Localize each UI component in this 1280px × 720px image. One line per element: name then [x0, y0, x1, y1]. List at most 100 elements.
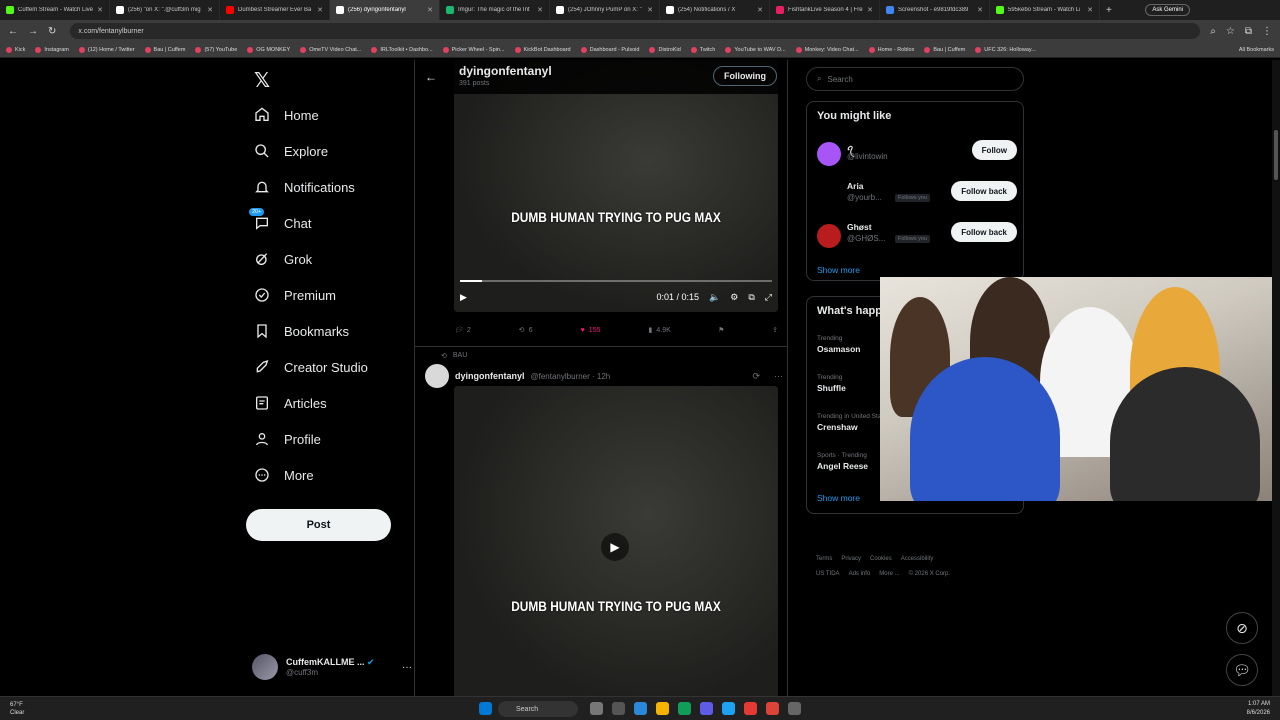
show-more-link[interactable]: Show more: [817, 265, 860, 275]
show-more-link[interactable]: Show more: [817, 493, 860, 503]
trend-item[interactable]: Trending Osamason: [817, 335, 860, 354]
bookmark-item[interactable]: YouTube to WAV D...: [725, 46, 786, 53]
footer-link[interactable]: Terms: [816, 556, 832, 562]
nav-item-premium[interactable]: Premium: [246, 277, 416, 313]
more-options-icon[interactable]: ···: [402, 662, 412, 673]
account-switcher[interactable]: CuffemKALLME ... ✔ @cuff3m ···: [252, 654, 412, 680]
browser-tab[interactable]: Screenshot - e9819fdc389 ✕: [880, 0, 990, 20]
views-button[interactable]: ▮ 4.9K: [649, 326, 671, 335]
follow-button[interactable]: Follow: [971, 140, 1017, 160]
share-button[interactable]: ⇪: [772, 326, 778, 334]
search-input[interactable]: ⌕ Search: [806, 67, 1024, 91]
reload-icon[interactable]: ↻: [48, 26, 56, 37]
messages-icon[interactable]: 💬︎: [1226, 654, 1258, 686]
bookmark-item[interactable]: Kick: [6, 46, 25, 53]
footer-link[interactable]: © 2026 X Corp.: [909, 571, 950, 577]
bookmark-item[interactable]: UFC 326: Holloway...: [975, 46, 1036, 53]
nav-item-creator-studio[interactable]: Creator Studio: [246, 349, 416, 385]
taskbar-search[interactable]: Search: [498, 701, 578, 717]
grok-icon[interactable]: ⟳: [752, 371, 760, 382]
app-icon[interactable]: [744, 702, 757, 715]
footer-link[interactable]: Ads info: [849, 571, 871, 577]
scrollbar[interactable]: [1272, 60, 1280, 696]
pip-icon[interactable]: ⧉: [748, 292, 754, 303]
bookmark-item[interactable]: OmeTV Video Chat...: [300, 46, 361, 53]
nav-item-bookmarks[interactable]: Bookmarks: [246, 313, 416, 349]
close-tab-icon[interactable]: ✕: [427, 6, 433, 14]
close-tab-icon[interactable]: ✕: [317, 6, 323, 14]
avatar[interactable]: [425, 364, 449, 388]
bookmark-item[interactable]: DistroKid: [649, 46, 681, 53]
follow-button[interactable]: Follow back: [951, 181, 1017, 201]
bookmark-item[interactable]: Bau | Cuffem: [924, 46, 965, 53]
clock[interactable]: 1:07 AM 8/6/2026: [1247, 700, 1270, 718]
nav-item-grok[interactable]: Grok: [246, 241, 416, 277]
bookmark-item[interactable]: Instagram: [35, 46, 69, 53]
bookmark-item[interactable]: IRLToolkit • Dashbo...: [371, 46, 433, 53]
new-tab-button[interactable]: +: [1106, 5, 1112, 16]
star-icon[interactable]: ☆: [1226, 26, 1235, 37]
bookmark-item[interactable]: Home - Roblox: [868, 46, 914, 53]
bookmark-item[interactable]: Dashboard - Pulsoid: [580, 46, 639, 53]
tweet-author-name[interactable]: dyingonfentanyl: [455, 371, 525, 381]
volume-icon[interactable]: 🔈: [709, 292, 720, 303]
close-tab-icon[interactable]: ✕: [97, 6, 103, 14]
suggestion-item[interactable]: Aria @yourb... Follows you Follow back: [817, 179, 1017, 211]
footer-link[interactable]: Cookies: [870, 556, 892, 562]
x-logo-icon[interactable]: 𝕏: [254, 68, 270, 93]
following-button[interactable]: Following: [713, 66, 777, 86]
close-tab-icon[interactable]: ✕: [537, 6, 543, 14]
close-tab-icon[interactable]: ✕: [647, 6, 653, 14]
repost-button[interactable]: ⟲ 6: [519, 326, 533, 335]
trend-item[interactable]: Trending Shuffle: [817, 374, 846, 393]
settings-icon[interactable]: ⚙: [730, 292, 738, 303]
extensions-icon[interactable]: ⧉: [1245, 26, 1252, 37]
fullscreen-icon[interactable]: ⤢: [765, 292, 772, 303]
zoom-icon[interactable]: ⌕: [1210, 26, 1216, 37]
bookmark-item[interactable]: (57) YouTube: [195, 46, 237, 53]
bookmark-item[interactable]: KickBot Dashboard: [514, 46, 571, 53]
nav-item-articles[interactable]: Articles: [246, 385, 416, 421]
nav-item-profile[interactable]: Profile: [246, 421, 416, 457]
close-tab-icon[interactable]: ✕: [867, 6, 873, 14]
suggestion-item[interactable]: ꪖ @livintowin Follow: [817, 138, 1017, 170]
scrollbar-thumb[interactable]: [1274, 130, 1278, 180]
footer-link[interactable]: Privacy: [841, 556, 861, 562]
bookmark-item[interactable]: OG MONKEY: [247, 46, 290, 53]
play-icon[interactable]: ▶: [460, 292, 467, 303]
suggestion-item[interactable]: Ghøst @GHØS... Follows you Follow back: [817, 220, 1017, 252]
edge-icon[interactable]: [634, 702, 647, 715]
like-button[interactable]: ♥ 155: [581, 327, 601, 334]
play-icon[interactable]: ▶: [601, 533, 629, 561]
windows-start-icon[interactable]: [479, 702, 492, 715]
url-field[interactable]: x.com/fentanylburner: [70, 23, 1201, 39]
app-icon[interactable]: [722, 702, 735, 715]
nav-item-notifications[interactable]: Notifications: [246, 169, 416, 205]
nav-item-more[interactable]: More: [246, 457, 416, 493]
footer-link[interactable]: Accessibility: [901, 556, 934, 562]
footer-link[interactable]: US TIDA: [816, 571, 840, 577]
close-tab-icon[interactable]: ✕: [207, 6, 213, 14]
more-options-icon[interactable]: ···: [774, 371, 783, 381]
post-button[interactable]: Post: [246, 509, 391, 541]
grok-icon[interactable]: ⊘: [1226, 612, 1258, 644]
browser-tab[interactable]: (256) dyingonfentanyl ✕: [330, 0, 440, 20]
close-tab-icon[interactable]: ✕: [757, 6, 763, 14]
reply-button[interactable]: 💬︎ 2: [454, 326, 471, 335]
ask-gemini-button[interactable]: Ask Gemini: [1145, 4, 1190, 16]
browser-tab[interactable]: (254) JOhnny PumP on X: " ✕: [550, 0, 660, 20]
all-bookmarks-button[interactable]: All Bookmarks: [1239, 47, 1274, 53]
forward-icon[interactable]: →: [28, 26, 38, 37]
nav-item-home[interactable]: Home: [246, 97, 416, 133]
close-tab-icon[interactable]: ✕: [977, 6, 983, 14]
video-progress-bar[interactable]: [460, 280, 772, 282]
nav-item-chat[interactable]: 20+ Chat: [246, 205, 416, 241]
bookmark-item[interactable]: Monkey: Video Chat...: [795, 46, 859, 53]
browser-tab[interactable]: 595kebo Stream - Watch Li ✕: [990, 0, 1100, 20]
bookmark-item[interactable]: (12) Home / Twitter: [78, 46, 135, 53]
app-icon[interactable]: [766, 702, 779, 715]
browser-tab[interactable]: Imgur: The magic of the Int ✕: [440, 0, 550, 20]
video-player[interactable]: DUMB HUMAN TRYING TO PUG MAX ▶ 0:01 / 0:…: [454, 60, 778, 312]
back-icon[interactable]: ←: [8, 26, 18, 37]
widgets-icon[interactable]: [612, 702, 625, 715]
